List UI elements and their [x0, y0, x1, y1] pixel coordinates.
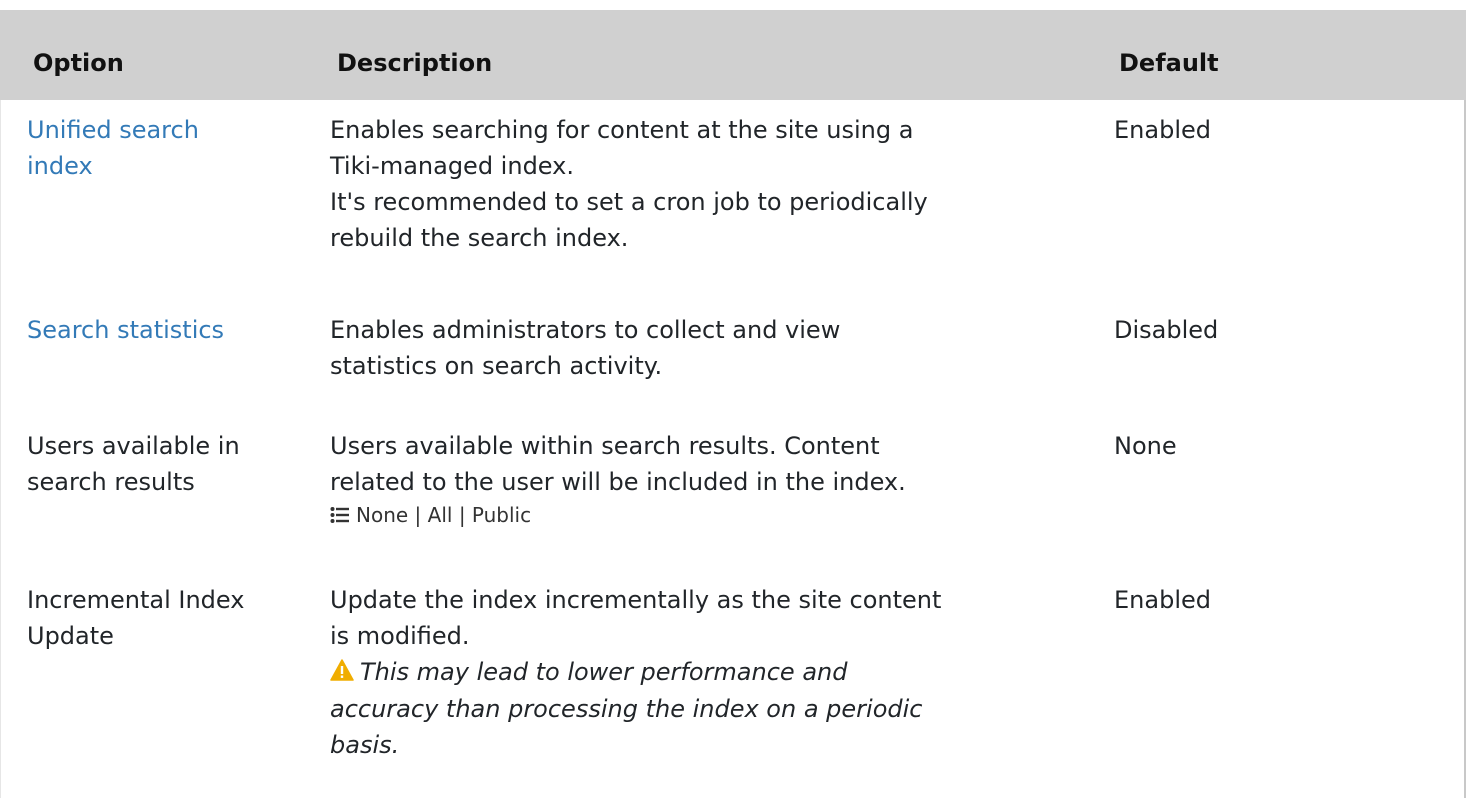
options-list: None | All | Public	[330, 500, 1060, 532]
description-line: Enables administrators to collect and vi…	[330, 316, 841, 344]
option-cell: Unified search index	[27, 112, 297, 184]
option-line: Users available in	[27, 432, 240, 460]
description-cell: Update the index incrementally as the si…	[330, 582, 1060, 763]
header-description: Description	[337, 49, 493, 77]
option-cell: Users available in search results	[27, 428, 297, 500]
description-cell: Users available within search results. C…	[330, 428, 1060, 532]
description-line: related to the user will be included in …	[330, 468, 906, 496]
default-cell: Disabled	[1114, 316, 1219, 344]
option-line: index	[27, 152, 93, 180]
warning-icon	[330, 655, 354, 691]
option-public[interactable]: Public	[472, 503, 531, 527]
option-cell: Search statistics	[27, 312, 297, 348]
separator: |	[414, 503, 422, 527]
option-line: search results	[27, 468, 195, 496]
description-cell: Enables administrators to collect and vi…	[330, 312, 1060, 384]
option-line: Search statistics	[27, 316, 225, 344]
description-line: statistics on search activity.	[330, 352, 663, 380]
warning-text: This may lead to lower performance and	[360, 658, 848, 686]
table-header-row: Option Description Default	[0, 10, 1466, 100]
default-cell: Enabled	[1114, 116, 1211, 144]
preferences-table: Option Description Default Unified searc…	[0, 0, 1469, 798]
description-cell: Enables searching for content at the sit…	[330, 112, 1060, 256]
description-line: It's recommended to set a cron job to pe…	[330, 188, 928, 216]
option-line: Incremental Index	[27, 586, 245, 614]
list-icon	[330, 502, 350, 532]
warning-line: accuracy than processing the index on a …	[330, 695, 923, 723]
description-line: rebuild the search index.	[330, 224, 629, 252]
option-all[interactable]: All	[428, 503, 453, 527]
warning-line: This may lead to lower performance and	[330, 654, 1060, 691]
description-line: Users available within search results. C…	[330, 432, 880, 460]
separator: |	[458, 503, 466, 527]
option-none[interactable]: None	[356, 503, 408, 527]
description-line: is modified.	[330, 622, 470, 650]
description-line: Update the index incrementally as the si…	[330, 586, 942, 614]
option-line: Update	[27, 622, 114, 650]
search-statistics-link[interactable]: Search statistics	[27, 312, 297, 348]
default-cell: None	[1114, 432, 1177, 460]
header-option: Option	[33, 49, 124, 77]
header-default: Default	[1119, 49, 1219, 77]
unified-search-index-link[interactable]: Unified search index	[27, 112, 297, 184]
option-cell: Incremental Index Update	[27, 582, 297, 654]
default-cell: Enabled	[1114, 586, 1211, 614]
description-line: Tiki-managed index.	[330, 152, 574, 180]
warning-line: basis.	[330, 731, 400, 759]
description-line: Enables searching for content at the sit…	[330, 116, 914, 144]
option-line: Unified search	[27, 116, 199, 144]
